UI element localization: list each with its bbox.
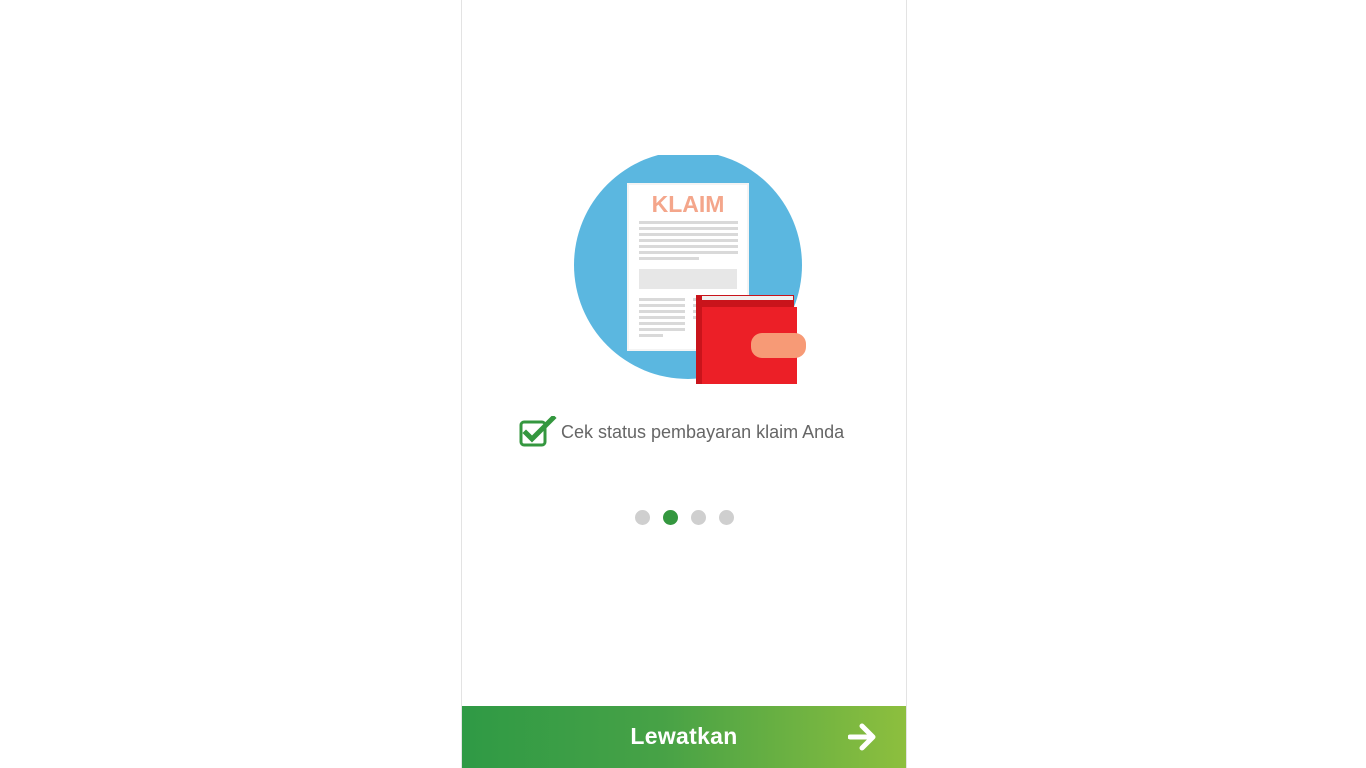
checkbox-checked-icon (519, 416, 557, 447)
pagination-dot-2-active[interactable] (663, 510, 678, 525)
app-frame: KLAIM Cek status pembayaran klaim Anda L… (461, 0, 907, 768)
claim-document-wallet-icon: KLAIM (574, 155, 806, 384)
feature-item: Cek status pembayaran klaim Anda (519, 416, 844, 448)
skip-button-label: Lewatkan (630, 723, 738, 749)
klaim-doc-title: KLAIM (652, 191, 725, 217)
skip-button[interactable]: Lewatkan (462, 706, 906, 768)
arrow-right-icon (848, 723, 876, 751)
pagination-dots (635, 510, 734, 525)
feature-text: Cek status pembayaran klaim Anda (561, 421, 845, 442)
pagination-dot-3[interactable] (691, 510, 706, 525)
pagination-dot-1[interactable] (635, 510, 650, 525)
pagination-dot-4[interactable] (719, 510, 734, 525)
